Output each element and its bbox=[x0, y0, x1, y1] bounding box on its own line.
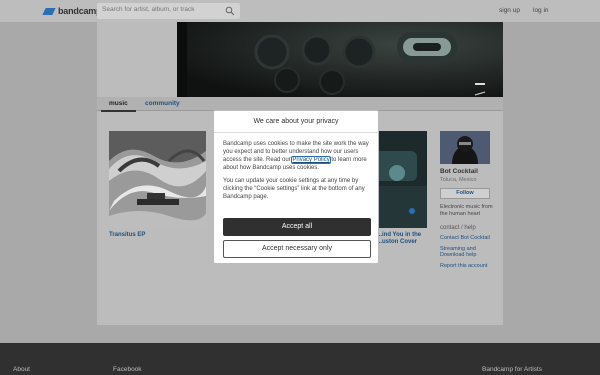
tab-bar: music community bbox=[97, 97, 503, 112]
footer-artists-link[interactable]: Bandcamp for Artists bbox=[482, 366, 542, 373]
artist-name[interactable]: Bot Cocktail bbox=[440, 168, 497, 175]
bandcamp-logo-icon bbox=[42, 7, 56, 15]
contact-artist-link[interactable]: Contact Bot Cocktail bbox=[440, 235, 497, 242]
album-cover-transitus[interactable] bbox=[109, 131, 206, 233]
contact-help-heading: contact / help bbox=[440, 225, 476, 231]
artist-avatar[interactable] bbox=[440, 131, 490, 164]
bandcamp-logo[interactable]: bandcamp bbox=[42, 6, 102, 16]
cookie-paragraph-1: Bandcamp uses cookies to make the site w… bbox=[223, 140, 369, 172]
album-title-second[interactable]: ...ind You in the ...uston Cover bbox=[377, 232, 437, 246]
album-title-transitus[interactable]: Transitus EP bbox=[109, 232, 145, 239]
privacy-policy-link[interactable]: Privacy Policy bbox=[291, 156, 331, 164]
cookie-dialog-body: Bandcamp uses cookies to make the site w… bbox=[214, 133, 378, 201]
sign-up-link[interactable]: sign up bbox=[499, 7, 520, 14]
footer-about-link[interactable]: About bbox=[13, 366, 30, 373]
tab-community[interactable]: community bbox=[145, 100, 180, 107]
cookie-dialog-title: We care about your privacy bbox=[214, 111, 378, 133]
streaming-help-link[interactable]: Streaming and Download help bbox=[440, 246, 497, 259]
tab-music[interactable]: music bbox=[101, 100, 136, 112]
accept-all-button[interactable]: Accept all bbox=[223, 218, 371, 236]
top-bar: bandcamp Search for artist, album, or tr… bbox=[0, 0, 600, 22]
search-icon[interactable] bbox=[225, 6, 235, 16]
cookie-paragraph-2: You can update your cookie settings at a… bbox=[223, 178, 365, 200]
artist-banner-image bbox=[177, 22, 503, 97]
logo-text: bandcamp bbox=[58, 6, 102, 16]
artist-bio: Electronic music from the human heart bbox=[440, 204, 493, 217]
log-in-link[interactable]: log in bbox=[533, 7, 549, 14]
report-account-link[interactable]: Report this account bbox=[440, 263, 497, 270]
artist-location: Toluca, Mexico bbox=[440, 177, 477, 183]
follow-button[interactable]: Follow bbox=[440, 188, 490, 199]
artist-sidebar: Bot Cocktail Toluca, Mexico Follow Elect… bbox=[440, 131, 497, 269]
search-input[interactable]: Search for artist, album, or track bbox=[97, 3, 240, 19]
search-placeholder: Search for artist, album, or track bbox=[102, 6, 195, 13]
accept-necessary-button[interactable]: Accept necessary only bbox=[223, 240, 371, 258]
footer-facebook-link[interactable]: Facebook bbox=[113, 366, 142, 373]
footer: About Facebook Bandcamp for Artists bbox=[0, 343, 600, 375]
cookie-consent-dialog: We care about your privacy Bandcamp uses… bbox=[213, 110, 379, 264]
